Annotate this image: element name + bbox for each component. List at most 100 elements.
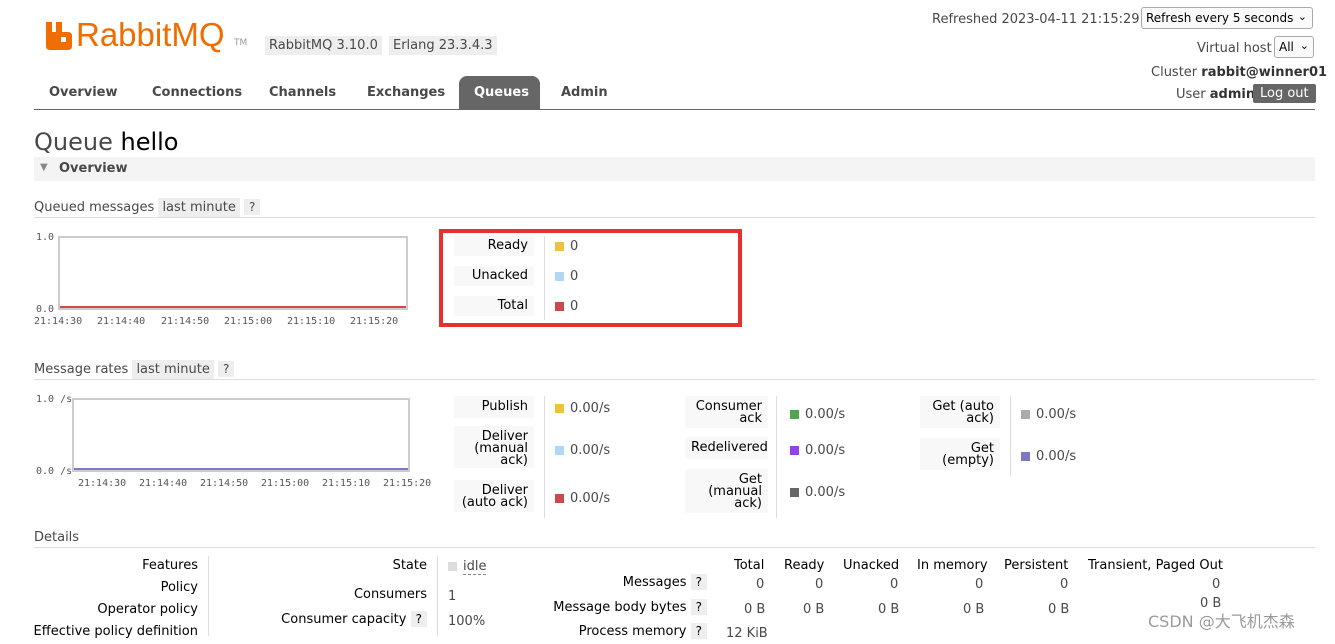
col-header-in-memory: In memory	[917, 558, 988, 573]
page-title-name: hello	[120, 128, 179, 156]
vhost-select-value: All	[1279, 40, 1294, 54]
legend-value-get-empty: 0.00/s	[1021, 449, 1076, 464]
details-label-effective-policy: Effective policy definition	[33, 624, 198, 639]
rates-y-bottom: 0.0 /s	[36, 466, 73, 477]
state-idle-icon	[448, 562, 457, 571]
tab-overview[interactable]: Overview	[49, 85, 118, 100]
state-value: idle	[448, 559, 487, 575]
legend-label-consumer-ack: Consumer ack	[685, 396, 768, 428]
legend-label-publish: Publish	[454, 396, 534, 418]
page-title-prefix: Queue	[34, 128, 113, 156]
queued-total-line	[60, 306, 406, 308]
swatch-get-auto	[1021, 410, 1030, 419]
tab-queues[interactable]: Queues	[459, 76, 540, 109]
queued-y-top: 1.0	[36, 232, 55, 243]
legend-label-get-auto: Get (auto ack)	[920, 396, 1000, 428]
details-label-policy: Policy	[160, 580, 198, 595]
refresh-select[interactable]: Refresh every 5 seconds ⌄	[1141, 7, 1313, 29]
row-label-body-bytes: Message body bytes ?	[553, 599, 707, 615]
x-tick: 21:15:10	[287, 316, 336, 327]
consumers-label: Consumers	[353, 587, 427, 602]
cell: 0 B	[1048, 602, 1070, 617]
col-header-total: Total	[734, 558, 765, 573]
table-row: Message body bytes ? 0 B 0 B 0 B 0 B 0 B…	[540, 596, 1230, 620]
legend-value-get-auto: 0.00/s	[1021, 407, 1076, 422]
x-tick: 21:14:50	[161, 316, 210, 327]
x-tick: 21:14:30	[34, 316, 83, 327]
vhost-label: Virtual host	[1197, 41, 1272, 56]
details-title: Details	[34, 530, 80, 545]
x-tick: 21:15:00	[224, 316, 273, 327]
x-tick: 21:15:10	[322, 478, 371, 489]
tab-exchanges[interactable]: Exchanges	[367, 85, 445, 100]
cell: 0	[975, 577, 984, 592]
cell: 0	[1060, 577, 1069, 592]
rates-legend-col3: Get (auto ack) 0.00/s Get (empty) 0.00/s	[920, 396, 1120, 476]
x-tick: 21:14:30	[78, 478, 127, 489]
highlight-box	[439, 229, 742, 327]
cell: 0	[756, 577, 765, 592]
queued-messages-title: Queued messages	[34, 200, 155, 215]
queued-chart: 1.0 0.0 21:14:30 21:14:40 21:14:50 21:15…	[34, 230, 414, 330]
legend-label-deliver-manual: Deliver (manual ack)	[454, 426, 534, 468]
legend-value-publish: 0.00/s	[555, 401, 610, 416]
nav-tabs: Overview Connections Channels Exchanges …	[34, 76, 1315, 110]
erlang-badge: Erlang 23.3.4.3	[389, 36, 497, 55]
details-table: Total Ready Unacked In memory Persistent…	[540, 558, 1230, 641]
legend-value-get-manual: 0.00/s	[790, 485, 845, 500]
refresh-select-value: Refresh every 5 seconds	[1146, 11, 1294, 25]
col-header-ready: Ready	[784, 558, 825, 573]
consumers-value: 1	[448, 589, 457, 604]
legend-label-redelivered: Redelivered	[685, 437, 768, 459]
cell: 0	[890, 577, 899, 592]
section-overview-header[interactable]: ▼ Overview	[34, 157, 1315, 181]
swatch-deliver-auto	[555, 494, 564, 503]
legend-value-deliver-auto: 0.00/s	[555, 491, 610, 506]
refreshed-label: Refreshed 2023-04-11 21:15:29	[932, 12, 1140, 27]
x-tick: 21:15:20	[350, 316, 399, 327]
section-overview-title: Overview	[59, 161, 128, 176]
rates-line	[74, 468, 408, 470]
cell: 0 B	[744, 602, 766, 617]
state-label: State	[392, 558, 427, 573]
tab-queues-label: Queues	[474, 85, 529, 100]
cell: 0 B	[963, 602, 985, 617]
page-title: Queue hello	[34, 128, 178, 156]
cell: 12 KiB	[726, 626, 768, 641]
row-label-messages: Messages ?	[623, 574, 707, 590]
cell: 0 B	[803, 602, 825, 617]
legend-label-get-manual: Get (manual ack)	[685, 469, 768, 513]
capacity-help-button[interactable]: ?	[410, 611, 427, 627]
legend-value-deliver-manual: 0.00/s	[555, 443, 610, 458]
tab-channels[interactable]: Channels	[269, 85, 336, 100]
x-tick: 21:14:50	[200, 478, 249, 489]
rates-range-chip[interactable]: last minute	[132, 360, 214, 379]
message-rates-title: Message rates	[34, 362, 129, 377]
body-bytes-help-button[interactable]: ?	[690, 599, 707, 615]
logo-text: RabbitMQ	[76, 16, 225, 53]
queued-help-button[interactable]: ?	[244, 199, 261, 215]
tab-admin[interactable]: Admin	[561, 85, 608, 100]
legend-label-deliver-auto: Deliver (auto ack)	[454, 480, 534, 512]
tab-connections[interactable]: Connections	[152, 85, 242, 100]
swatch-deliver-manual	[555, 446, 564, 455]
cell: 0	[1212, 577, 1221, 592]
rates-help-button[interactable]: ?	[218, 361, 235, 377]
x-tick: 21:15:00	[261, 478, 310, 489]
rates-plot-area	[72, 398, 410, 472]
process-memory-help-button[interactable]: ?	[690, 623, 707, 639]
legend-label-get-empty: Get (empty)	[920, 438, 1000, 470]
legend-value-consumer-ack: 0.00/s	[790, 407, 845, 422]
queued-plot-area	[58, 236, 408, 310]
chevron-down-icon: ⌄	[1297, 10, 1307, 23]
swatch-get-manual	[790, 488, 799, 497]
capacity-value: 100%	[448, 614, 486, 629]
queued-range-chip[interactable]: last minute	[158, 198, 240, 217]
messages-help-button[interactable]: ?	[690, 574, 707, 590]
version-badge: RabbitMQ 3.10.0	[265, 36, 382, 55]
vhost-select[interactable]: All ⌄	[1274, 36, 1314, 58]
details-label-features: Features	[142, 558, 198, 573]
swatch-get-empty	[1021, 452, 1030, 461]
logo-tm: TM	[234, 38, 248, 48]
col-header-persistent: Persistent	[1004, 558, 1069, 573]
